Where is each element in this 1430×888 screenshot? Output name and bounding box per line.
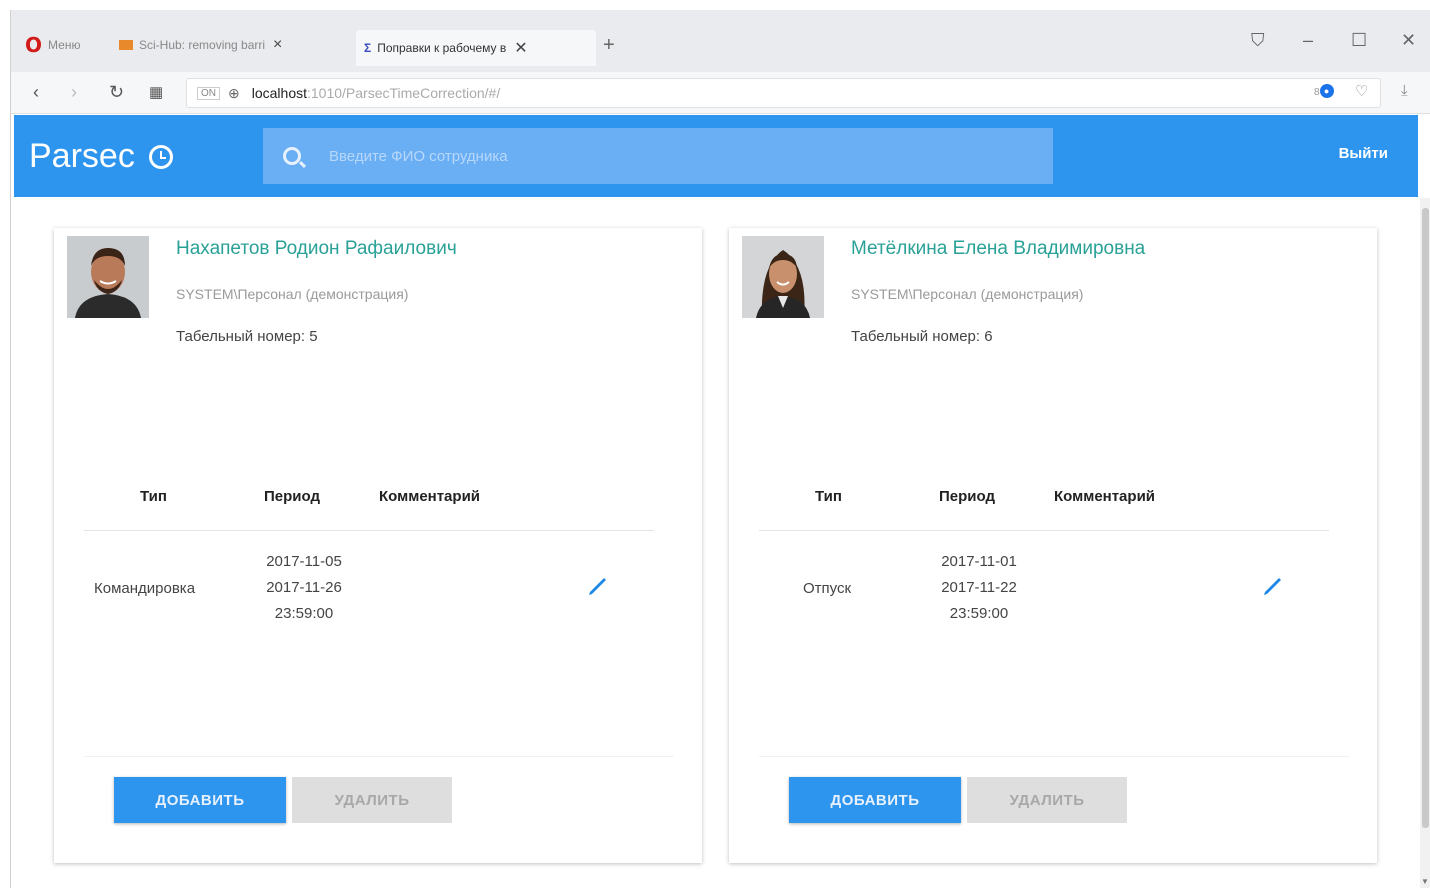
employee-tab-number: Табельный номер: 6 [851,328,993,345]
column-header-comment: Комментарий [1054,488,1156,505]
row-type: Командировка [94,580,196,597]
period-start: 2017-11-05 [266,553,342,570]
logout-button[interactable]: Выйти [1339,145,1388,162]
tab-menu[interactable]: O Меню [25,30,115,60]
scroll-down-icon[interactable]: ▼ [1421,877,1429,886]
edit-button[interactable] [580,568,616,604]
pencil-icon [589,578,606,595]
maximize-icon[interactable]: ☐ [1351,30,1367,51]
adblock-badge[interactable]: 8 ● [1314,82,1334,99]
tab-scihub[interactable]: Sci-Hub: removing barri × [119,30,354,60]
back-icon[interactable]: ‹ [33,82,39,103]
employee-department: SYSTEM\Персонал (демонстрация) [176,286,409,302]
avatar [67,236,149,318]
vpn-badge[interactable]: ON [197,86,220,100]
period-end: 2017-11-22 [941,579,1017,596]
brand-title: Parsec [29,137,135,175]
scihub-favicon-icon [119,40,133,50]
badge-count: 8 [1314,87,1320,98]
delete-button[interactable]: УДАЛИТЬ [292,777,452,823]
row-period: 2017-11-05 2017-11-26 23:59:00 [249,549,359,627]
tab-label: Меню [48,38,81,52]
app-header: Parsec Выйти [14,115,1418,197]
employee-card: Нахапетов Родион Рафаилович SYSTEM\Персо… [54,228,702,863]
row-type: Отпуск [803,580,852,597]
close-window-icon[interactable]: ✕ [1401,30,1416,51]
column-header-type: Тип [815,488,842,505]
employee-name: Нахапетов Родион Рафаилович [176,238,457,259]
search-input[interactable] [329,147,929,165]
minimize-icon[interactable]: – [1303,30,1313,51]
scrollbar-thumb[interactable] [1422,208,1429,828]
employee-search[interactable] [263,128,1053,184]
address-bar[interactable]: ON ⊕ localhost :1010/ParsecTimeCorrectio… [186,78,1381,108]
speed-dial-icon[interactable]: ▦ [149,83,163,101]
site-info-icon[interactable]: ⊕ [228,85,240,102]
column-header-period: Период [264,488,320,505]
close-tab-icon[interactable]: × [273,36,282,54]
download-icon[interactable]: ⤓ [1401,82,1408,99]
employee-card: Метёлкина Елена Владимировна SYSTEM\Перс… [729,228,1377,863]
clock-icon [148,144,173,169]
period-time: 23:59:00 [949,605,1009,622]
period-end: 2017-11-26 [266,579,342,596]
heart-icon[interactable]: ♡ [1355,82,1368,100]
opera-logo-icon: O [25,33,43,57]
footer-divider [759,756,1349,757]
header-divider [759,530,1329,531]
employee-tab-number: Табельный номер: 5 [176,328,318,345]
forward-icon[interactable]: › [71,82,77,103]
search-icon [283,147,301,165]
add-button[interactable]: ДОБАВИТЬ [789,777,961,823]
column-header-period: Период [939,488,995,505]
header-divider [84,530,654,531]
tabs-menu-icon[interactable]: ⛉ [1251,30,1265,51]
delete-button[interactable]: УДАЛИТЬ [967,777,1127,823]
new-tab-icon[interactable]: + [603,34,615,57]
reload-icon[interactable]: ↻ [109,82,124,103]
period-start: 2017-11-01 [941,553,1017,570]
column-header-type: Тип [140,488,167,505]
address-row: ‹ › ↻ ▦ ON ⊕ localhost :1010/ParsecTimeC… [11,72,1430,114]
url-path: :1010/ParsecTimeCorrection/#/ [307,85,501,101]
edit-button[interactable] [1255,568,1291,604]
parsec-favicon-icon: Σ [364,41,372,55]
employee-name: Метёлкина Елена Владимировна [851,238,1146,259]
period-time: 23:59:00 [274,605,334,622]
shield-icon: ● [1319,84,1334,99]
tab-label: Sci-Hub: removing barri [139,38,266,52]
page-scrollbar[interactable]: ▼ [1420,198,1430,888]
footer-divider [84,756,674,757]
avatar [742,236,824,318]
add-button[interactable]: ДОБАВИТЬ [114,777,286,823]
close-tab-icon[interactable]: ✕ [514,38,527,58]
tab-active[interactable]: Σ Поправки к рабочему в ✕ [356,30,596,66]
employee-department: SYSTEM\Персонал (демонстрация) [851,286,1084,302]
url-host: localhost [251,85,307,101]
column-header-comment: Комментарий [379,488,481,505]
browser-window: O Меню Sci-Hub: removing barri × Σ Попра… [10,10,1430,888]
brand[interactable]: Parsec [29,137,173,176]
tab-label: Поправки к рабочему в [377,41,507,55]
tab-strip: O Меню Sci-Hub: removing barri × Σ Попра… [11,10,1430,72]
row-period: 2017-11-01 2017-11-22 23:59:00 [924,549,1034,627]
pencil-icon [1264,578,1281,595]
